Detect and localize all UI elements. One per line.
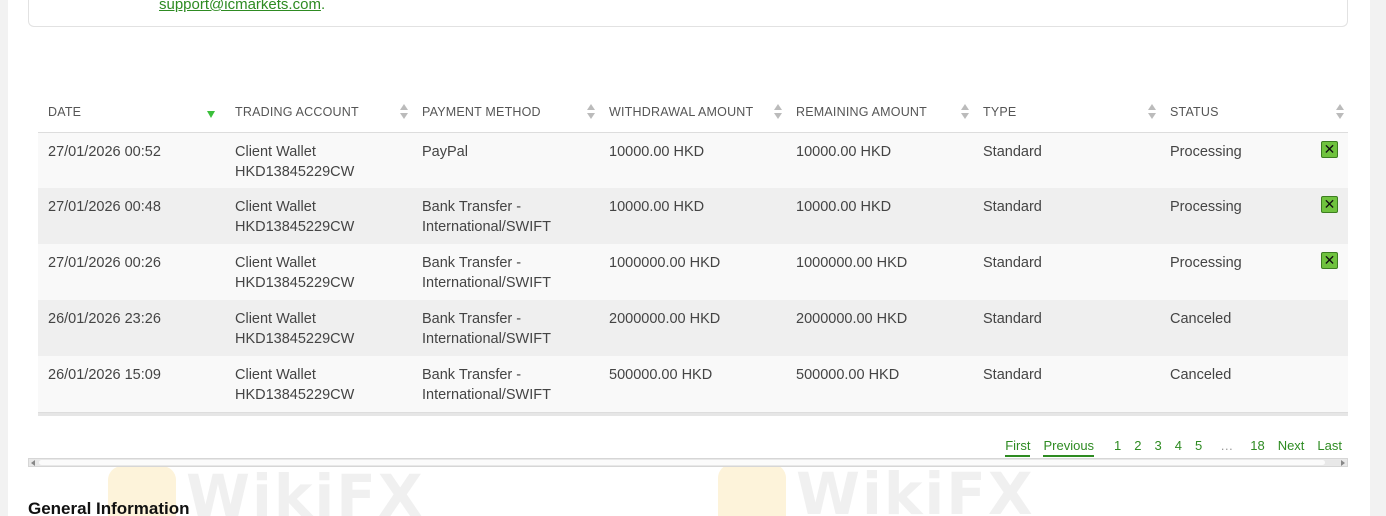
cell-trading-account: Client Wallet HKD13845229CW	[235, 199, 355, 235]
cell-payment-method: Bank Transfer - International/SWIFT	[422, 199, 551, 235]
cell-remaining-amount: 2000000.00 HKD	[796, 311, 908, 327]
sort-icon	[587, 104, 595, 120]
sort-icon	[400, 104, 408, 120]
sort-icon	[1336, 104, 1344, 120]
sort-descending-icon	[207, 111, 215, 118]
page-scrollbar-track[interactable]	[1370, 0, 1386, 516]
pagination-first[interactable]: First	[1005, 438, 1031, 457]
pagination-ellipsis: …	[1220, 438, 1234, 453]
cell-type: Standard	[983, 367, 1042, 383]
cell-type: Standard	[983, 199, 1042, 215]
watermark: WikiFX	[718, 460, 1035, 516]
scroll-right-icon[interactable]	[1341, 460, 1345, 466]
cell-remaining-amount: 500000.00 HKD	[796, 367, 900, 383]
pagination-previous[interactable]: Previous	[1043, 438, 1095, 457]
cell-trading-account: Client Wallet HKD13845229CW	[235, 311, 355, 347]
column-header-payment-method[interactable]: PAYMENT METHOD	[412, 92, 599, 132]
cell-date: 26/01/2026 15:09	[48, 367, 161, 383]
column-header-status[interactable]: STATUS	[1160, 92, 1348, 132]
cell-type: Standard	[983, 143, 1042, 160]
cancel-withdrawal-button[interactable]: ✕	[1321, 252, 1338, 269]
cell-date: 27/01/2026 00:48	[48, 199, 161, 215]
cell-payment-method: Bank Transfer - International/SWIFT	[422, 255, 551, 291]
cell-status: Canceled	[1170, 367, 1232, 383]
cancel-withdrawal-button[interactable]: ✕	[1321, 140, 1338, 158]
pagination-page-5[interactable]: 5	[1195, 438, 1202, 457]
column-header-type[interactable]: TYPE	[973, 92, 1160, 132]
cell-date: 27/01/2026 00:52	[48, 143, 161, 160]
cell-status: Processing ✕	[1160, 188, 1348, 244]
cell-trading-account: Client Wallet HKD13845229CW	[235, 143, 355, 180]
cell-trading-account: Client Wallet HKD13845229CW	[235, 255, 355, 291]
cell-payment-method: PayPal	[422, 143, 468, 160]
table-row: 26/01/2026 23:26 Client Wallet HKD1384522…	[38, 300, 1348, 356]
cell-withdrawal-amount: 2000000.00 HKD	[609, 311, 721, 327]
cell-remaining-amount: 10000.00 HKD	[796, 143, 892, 160]
table-header-row: DATE TRADING ACCOUNT PAYMENT METHOD WITH…	[38, 92, 1348, 132]
cell-withdrawal-amount: 10000.00 HKD	[609, 199, 705, 215]
pagination-page-3[interactable]: 3	[1155, 438, 1162, 457]
pagination-last[interactable]: Last	[1317, 438, 1342, 457]
table-row: 27/01/2026 00:48 Client Wallet HKD1384522…	[38, 188, 1348, 244]
support-email-link[interactable]: support@icmarkets.com	[159, 0, 321, 13]
sort-icon	[774, 104, 782, 120]
watermark-logo-icon	[718, 463, 786, 516]
withdrawals-table: DATE TRADING ACCOUNT PAYMENT METHOD WITH…	[38, 92, 1348, 416]
cell-payment-method: Bank Transfer - International/SWIFT	[422, 311, 551, 347]
cell-withdrawal-amount: 10000.00 HKD	[609, 143, 705, 160]
cancel-withdrawal-button[interactable]: ✕	[1321, 196, 1338, 213]
cell-trading-account: Client Wallet HKD13845229CW	[235, 367, 355, 403]
pagination-page-18[interactable]: 18	[1250, 438, 1264, 457]
cell-status: Processing ✕	[1160, 132, 1348, 188]
cell-payment-method: Bank Transfer - International/SWIFT	[422, 367, 551, 403]
pagination-next[interactable]: Next	[1278, 438, 1305, 457]
horizontal-scrollbar[interactable]	[28, 458, 1348, 467]
column-header-date[interactable]: DATE	[38, 92, 225, 132]
cell-type: Standard	[983, 311, 1042, 327]
sort-icon	[961, 104, 969, 120]
pagination-page-4[interactable]: 4	[1175, 438, 1182, 457]
pagination: First Previous 1 2 3 4 5 … 18 Next Last	[992, 438, 1342, 457]
general-information-heading: General Information	[28, 499, 190, 516]
support-card: support@icmarkets.com .	[28, 0, 1348, 27]
table-row: 26/01/2026 15:09 Client Wallet HKD1384522…	[38, 356, 1348, 412]
table-row: 27/01/2026 00:52 Client Wallet HKD1384522…	[38, 132, 1348, 188]
cell-type: Standard	[983, 255, 1042, 271]
table-footer-border	[38, 412, 1348, 416]
cell-status: Processing ✕	[1160, 244, 1348, 300]
cell-withdrawal-amount: 500000.00 HKD	[609, 367, 713, 383]
support-email-suffix: .	[321, 0, 326, 13]
pagination-page-1[interactable]: 1	[1114, 438, 1121, 457]
column-header-remaining-amount[interactable]: REMAINING AMOUNT	[786, 92, 973, 132]
column-header-withdrawal-amount[interactable]: WITHDRAWAL AMOUNT	[599, 92, 786, 132]
table-row: 27/01/2026 00:26 Client Wallet HKD1384522…	[38, 244, 1348, 300]
column-header-trading-account[interactable]: TRADING ACCOUNT	[225, 92, 412, 132]
page: WikiFX WikiFX WikiFX WikiFX support@icma…	[8, 0, 1370, 516]
cell-withdrawal-amount: 1000000.00 HKD	[609, 255, 721, 271]
cell-date: 26/01/2026 23:26	[48, 311, 161, 327]
pagination-page-2[interactable]: 2	[1134, 438, 1141, 457]
cell-status: Canceled	[1170, 311, 1232, 327]
cell-remaining-amount: 1000000.00 HKD	[796, 255, 908, 271]
sort-icon	[1148, 104, 1156, 120]
cell-remaining-amount: 10000.00 HKD	[796, 199, 892, 215]
cell-date: 27/01/2026 00:26	[48, 255, 161, 271]
scroll-left-icon[interactable]	[31, 460, 35, 466]
scrollbar-thumb[interactable]	[39, 460, 1325, 465]
